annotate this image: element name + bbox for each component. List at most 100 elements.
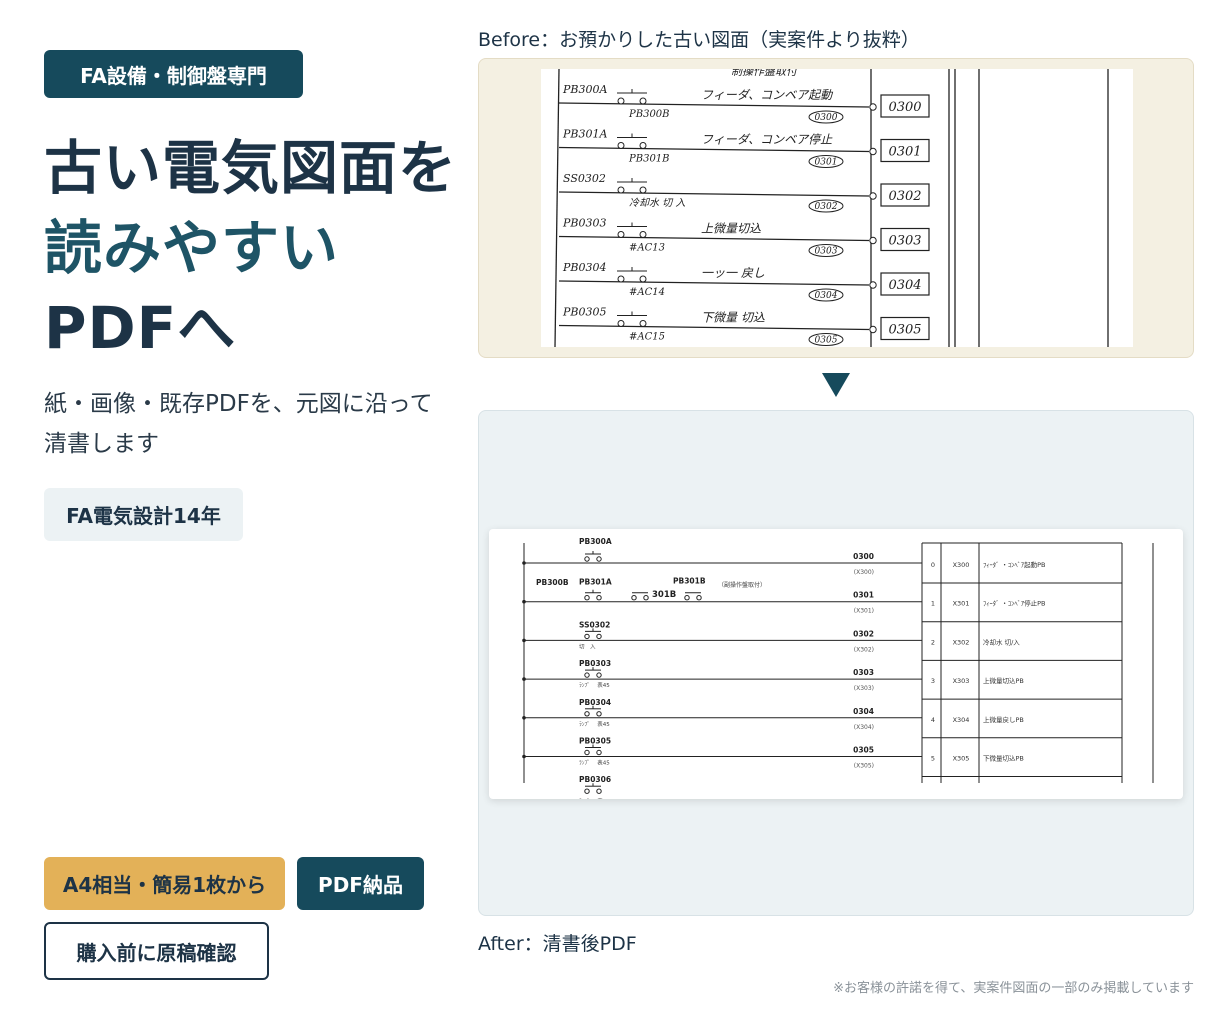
after-desc: 上微量戻しPB bbox=[983, 715, 1024, 724]
after-row: PB0305 ﾗﾝﾌﾟ 表45 0305 (X305) 5 X305 下微量切込PB bbox=[522, 737, 1122, 777]
subtext: 紙・画像・既存PDFを、元図に沿って清書します bbox=[44, 391, 433, 457]
before-row: PB0304 #AC14 一ッ一 戻し 0304 0304 bbox=[558, 261, 930, 302]
experience-badge: FA電気設計14年 bbox=[44, 488, 243, 541]
before-row: PB300A PB300B フィーダ、コンベア起動 0300 0300 bbox=[558, 83, 930, 124]
headline: 古い電気図面を 読みやすい PDFへ bbox=[44, 128, 464, 368]
before-sub-label: #AC14 bbox=[629, 287, 665, 298]
arrow-down-icon bbox=[822, 373, 850, 397]
before-box-label: 0304 bbox=[888, 278, 921, 293]
after-coil-label: 0301 bbox=[853, 591, 874, 600]
before-sub-label: PB301B bbox=[628, 154, 670, 165]
before-drawing: 制操作盤取付 PB300A PB300B フィーダ、コンベア起動 0300 0300 PB… bbox=[541, 69, 1133, 347]
before-panel: 制操作盤取付 PB300A PB300B フィーダ、コンベア起動 0300 0300 PB… bbox=[478, 58, 1194, 358]
before-sub-label: 冷却水 切 入 bbox=[629, 197, 685, 209]
before-contact-label: SS0302 bbox=[563, 172, 606, 185]
after-header-note: （副操作盤取付） bbox=[718, 581, 766, 589]
after-extra-label: ﾗﾝﾌﾟ 表45 bbox=[579, 681, 610, 689]
after-label: After：清書後PDF bbox=[478, 933, 637, 955]
headline-line-2: 読みやすい bbox=[44, 214, 340, 282]
before-desc: フィーダ、コンベア起動 bbox=[701, 88, 834, 102]
after-row: PB300A PB300B 0300 (X300) 0 X300 ﾌｨｰﾀﾞ ・ｺﾝﾍﾞｱ起… bbox=[522, 537, 1122, 587]
after-contact-label: PB0306 bbox=[579, 775, 611, 784]
category-tag: FA設備・制御盤専門 bbox=[44, 50, 303, 98]
after-address: X300 bbox=[953, 561, 970, 569]
after-address: X303 bbox=[953, 677, 970, 685]
delivery-badge: PDF納品 bbox=[297, 857, 424, 910]
after-coil-sub: (X303) bbox=[854, 685, 874, 692]
after-drawing: （副操作盤取付） 301B PB300A PB300B 0300 (X300) 0 X30… bbox=[489, 529, 1183, 799]
after-desc: 下微量切込PB bbox=[983, 754, 1024, 763]
footnote: ※お客様の許諾を得て、実案件図面の一部のみ掲載しています bbox=[833, 981, 1194, 996]
before-box-label: 0300 bbox=[888, 100, 921, 115]
after-contact-label: PB0304 bbox=[579, 698, 611, 707]
after-contact-label: PB300A bbox=[579, 537, 612, 546]
after-drawing-svg: （副操作盤取付） 301B PB300A PB300B 0300 (X300) 0 X30… bbox=[522, 537, 1154, 799]
before-desc: 一ッ一 戻し bbox=[701, 266, 765, 280]
after-index: 5 bbox=[931, 755, 935, 763]
before-box-label: 0305 bbox=[888, 323, 921, 338]
before-contact-label: PB0303 bbox=[562, 217, 606, 230]
after-contact-label: PB0305 bbox=[579, 737, 611, 746]
after-coil-label: 0305 bbox=[853, 746, 874, 755]
after-row: PB0306 ﾗﾝﾌﾟ 表45 bbox=[579, 775, 611, 799]
after-contact-label: PB301A bbox=[579, 578, 612, 587]
after-desc: ﾌｨｰﾀﾞ ・ｺﾝﾍﾞｱ停止PB bbox=[983, 599, 1045, 608]
after-extra-label: 切 入 bbox=[579, 643, 596, 650]
after-contact-label: PB0303 bbox=[579, 659, 611, 668]
after-address: X304 bbox=[953, 716, 970, 724]
after-row: SS0302 切 入 0302 (X302) 2 X302 冷却水 切/入 bbox=[522, 620, 1122, 661]
headline-line-3: PDFへ bbox=[44, 294, 237, 362]
after-address: X302 bbox=[953, 638, 970, 646]
after-desc: 冷却水 切/入 bbox=[983, 637, 1020, 646]
after-coil-sub: (X300) bbox=[854, 569, 874, 576]
before-box-label: 0303 bbox=[888, 234, 921, 249]
size-badge: A4相当・簡易1枚から bbox=[44, 857, 285, 910]
before-circle-label: 0300 bbox=[815, 113, 838, 123]
after-extra-label: ﾗﾝﾌﾟ 表45 bbox=[579, 797, 610, 799]
after-row: PB0303 ﾗﾝﾌﾟ 表45 0303 (X303) 3 X303 上微量切込PB bbox=[522, 659, 1122, 700]
before-sub-label: #AC13 bbox=[629, 243, 665, 254]
after-desc: ﾌｨｰﾀﾞ ・ｺﾝﾍﾞｱ起動PB bbox=[983, 560, 1045, 569]
after-coil-sub: (X302) bbox=[854, 646, 874, 653]
before-contact-label: PB301A bbox=[562, 128, 607, 141]
before-desc: フィーダ、コンベア停止 bbox=[701, 133, 833, 147]
after-extra-label: ﾗﾝﾌﾟ 表45 bbox=[579, 720, 610, 728]
after-coil-sub: (X305) bbox=[854, 763, 874, 770]
after-coil-label: 0304 bbox=[853, 707, 874, 716]
before-sub-label: #AC15 bbox=[629, 332, 665, 343]
headline-line-1: 古い電気図面を bbox=[44, 134, 458, 202]
before-circle-label: 0304 bbox=[815, 291, 838, 301]
after-coil-label: 0302 bbox=[853, 629, 874, 638]
after-index: 1 bbox=[931, 600, 935, 608]
before-circle-label: 0302 bbox=[815, 202, 838, 212]
after-coil-label: 0303 bbox=[853, 668, 874, 677]
before-contact-label: PB300A bbox=[562, 83, 607, 96]
before-row: SS0302 冷却水 切 入 0302 0302 bbox=[558, 172, 930, 213]
before-box-label: 0301 bbox=[888, 145, 921, 160]
after-address: X305 bbox=[953, 755, 970, 763]
after-panel: （副操作盤取付） 301B PB300A PB300B 0300 (X300) 0 X30… bbox=[478, 410, 1194, 916]
before-sub-label: PB300B bbox=[628, 109, 670, 120]
after-desc: 上微量切込PB bbox=[983, 676, 1024, 685]
before-box-label: 0302 bbox=[888, 189, 921, 204]
after-row: PB0304 ﾗﾝﾌﾟ 表45 0304 (X304) 4 X304 上微量戻しPB bbox=[522, 698, 1122, 739]
after-extra-label: PB300B bbox=[536, 578, 569, 587]
before-circle-label: 0305 bbox=[815, 336, 838, 346]
before-desc: 下微量 切込 bbox=[701, 311, 765, 325]
after-index: 3 bbox=[931, 677, 935, 685]
before-row: PB0303 #AC13 上微量切込 0303 0303 bbox=[558, 217, 930, 257]
before-contact-label: PB0304 bbox=[562, 261, 606, 274]
after-coil-sub: (X301) bbox=[854, 608, 874, 615]
after-coil-sub: (X304) bbox=[854, 724, 874, 731]
after-index: 2 bbox=[931, 638, 935, 646]
before-label: Before：お預かりした古い図面（実案件より抜粋） bbox=[478, 29, 920, 51]
after-extra-label: PB301B bbox=[673, 577, 706, 586]
after-index: 0 bbox=[931, 561, 935, 569]
after-contact-label: SS0302 bbox=[579, 620, 610, 629]
before-circle-label: 0303 bbox=[815, 247, 838, 257]
before-desc: 上微量切込 bbox=[701, 222, 761, 236]
after-coil-label: 0300 bbox=[853, 552, 874, 561]
after-address: X301 bbox=[953, 600, 970, 608]
before-header-note: 制操作盤取付 bbox=[731, 69, 799, 78]
before-contact-label: PB0305 bbox=[562, 306, 606, 319]
